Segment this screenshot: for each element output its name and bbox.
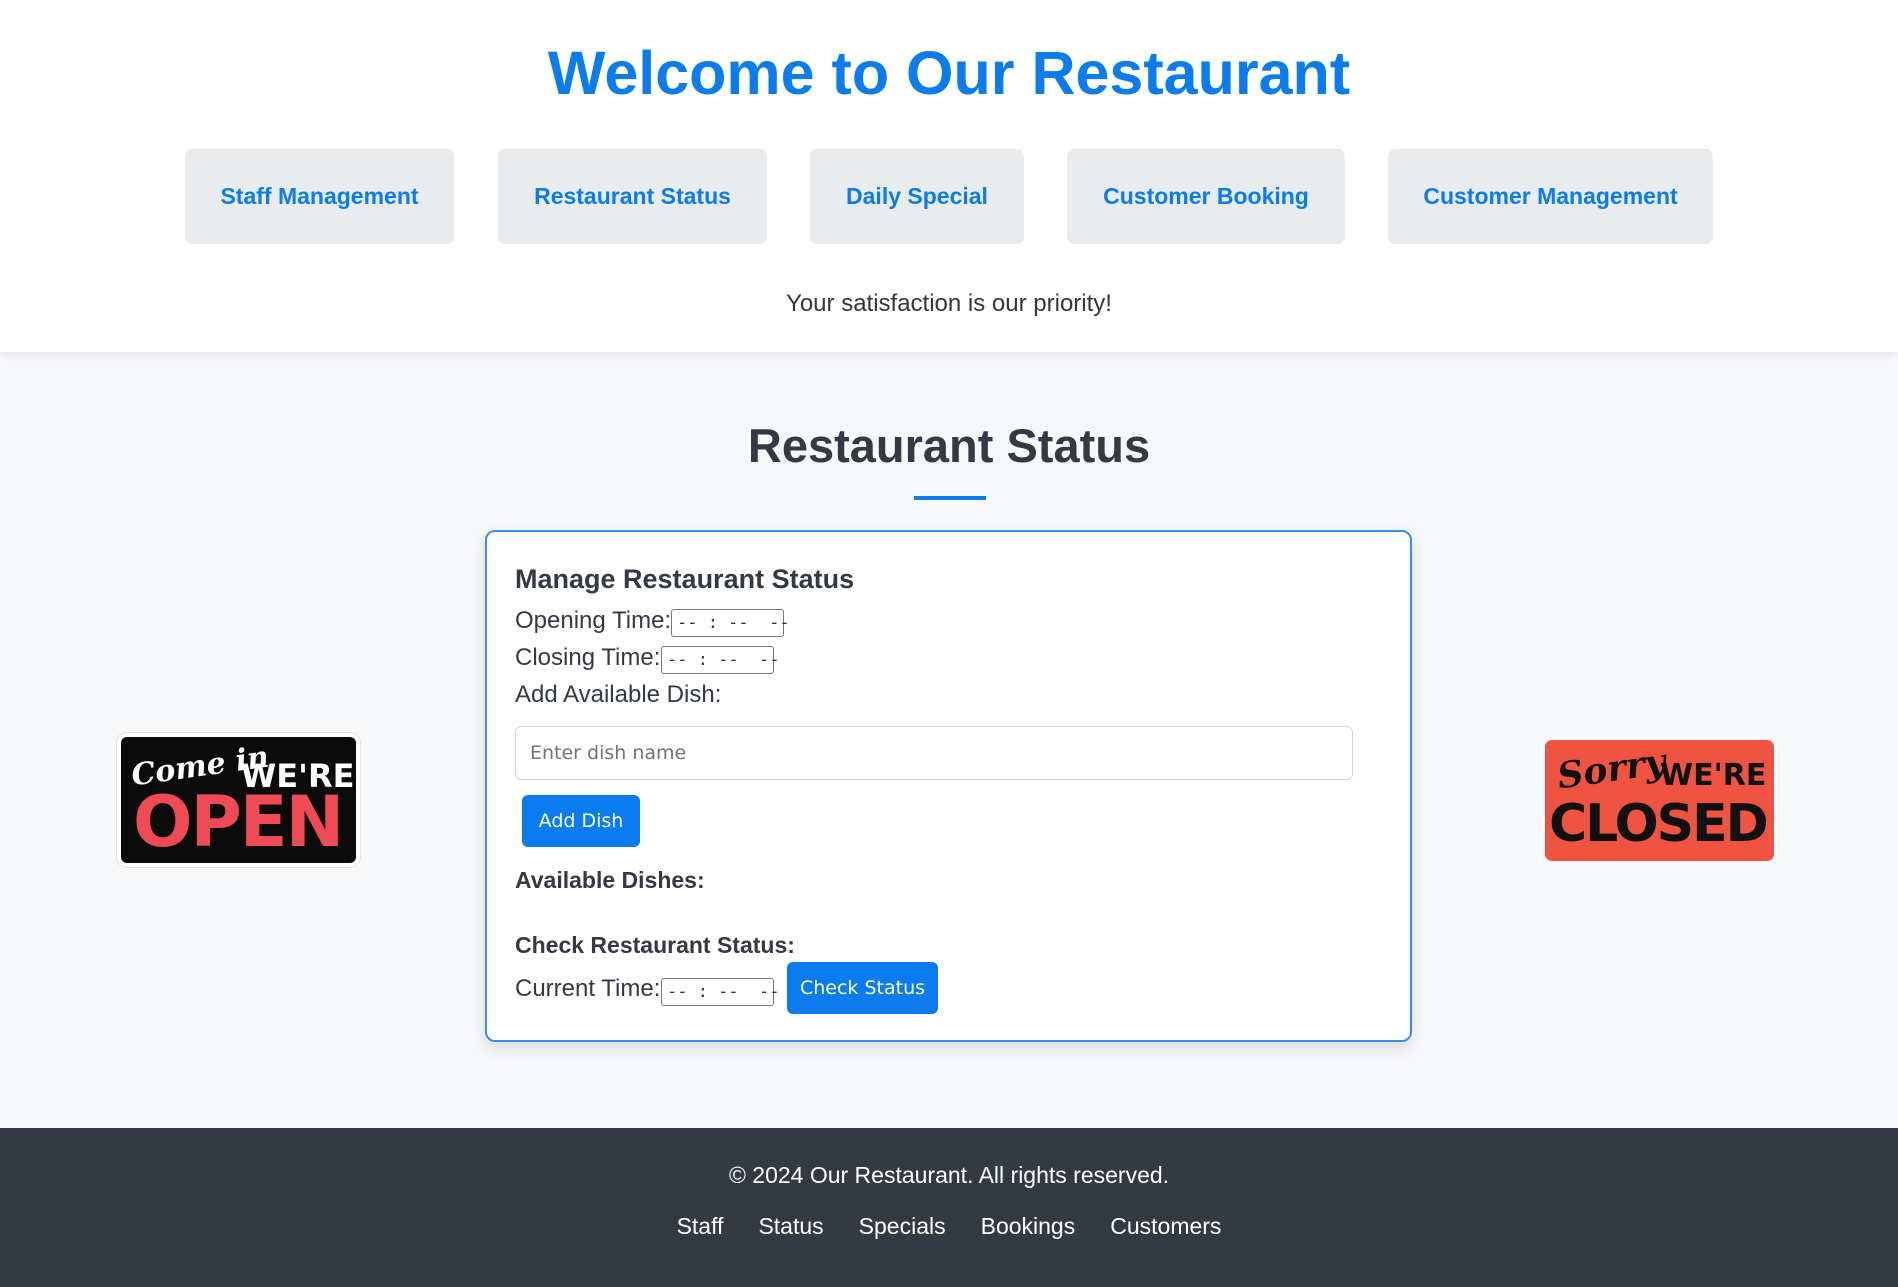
footer-link-specials[interactable]: Specials [859,1213,946,1240]
nav-staff-management[interactable]: Staff Management [185,149,454,244]
footer-link-customers[interactable]: Customers [1110,1213,1221,1240]
closed-sign-script: Sorry [1554,740,1669,798]
footer-link-bookings[interactable]: Bookings [981,1213,1076,1240]
closing-time-label: Closing Time: [515,644,661,671]
dish-name-input[interactable] [515,726,1353,780]
section-title: Restaurant Status [747,419,1151,472]
open-sign-image: Come in WE'RE OPEN [117,733,360,867]
copyright-text: © 2024 Our Restaurant. All rights reserv… [728,1162,1170,1188]
closed-sign-image: Sorry WE'RE CLOSED [1542,737,1777,864]
check-status-label: Check Restaurant Status: [515,932,795,958]
open-sign-big: OPEN [133,781,344,863]
footer-links: Staff Status Specials Bookings Customers [0,1213,1898,1240]
site-header: Welcome to Our Restaurant Staff Manageme… [0,0,1898,352]
closed-sign-big: CLOSED [1549,794,1769,854]
current-time-label: Current Time: [515,975,661,1002]
available-dishes-label: Available Dishes: [515,867,705,893]
tagline: Your satisfaction is our priority! [786,290,1112,317]
nav-customer-booking[interactable]: Customer Booking [1067,149,1345,244]
add-dish-label: Add Available Dish: [515,681,722,708]
opening-time-label: Opening Time: [515,607,672,634]
footer-link-status[interactable]: Status [758,1213,823,1240]
closed-sign-small: WE'RE [1660,758,1767,793]
closing-time-input[interactable]: -- : -- -- [661,646,780,674]
site-footer: © 2024 Our Restaurant. All rights reserv… [0,1128,1898,1287]
current-time-input[interactable]: -- : -- -- [661,978,780,1006]
nav-daily-special[interactable]: Daily Special [810,149,1024,244]
card-title: Manage Restaurant Status [515,564,855,594]
nav-customer-management[interactable]: Customer Management [1388,149,1713,244]
site-title: Welcome to Our Restaurant [547,39,1351,107]
check-status-button[interactable]: Check Status [787,962,938,1014]
opening-time-input[interactable]: -- : -- -- [671,609,790,637]
title-underline [914,496,986,500]
nav-restaurant-status[interactable]: Restaurant Status [498,149,767,244]
status-card: Manage Restaurant Status Opening Time: -… [485,530,1412,1042]
add-dish-button[interactable]: Add Dish [522,795,640,847]
footer-link-staff[interactable]: Staff [677,1213,724,1240]
main-nav: Staff Management Restaurant Status Daily… [0,149,1898,244]
